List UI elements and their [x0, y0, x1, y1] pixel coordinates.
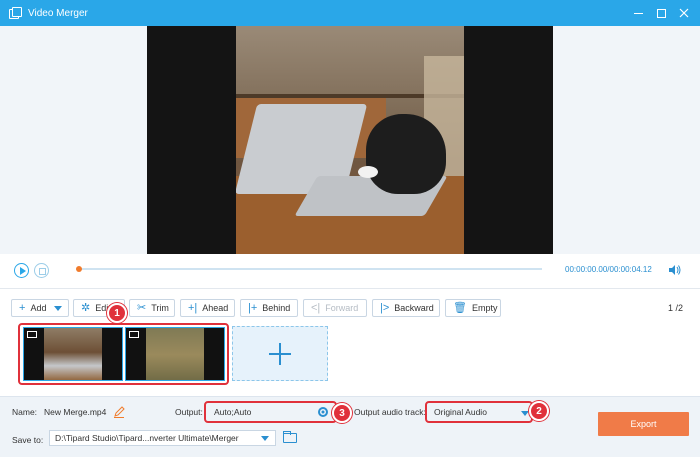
empty-label: Empty [471, 303, 498, 313]
film-icon [27, 331, 37, 338]
preview-area [0, 26, 700, 254]
maximize-button[interactable] [649, 0, 673, 26]
empty-button[interactable]: 🗑 Empty [445, 299, 501, 317]
behind-button[interactable]: |+ Behind [240, 299, 298, 317]
plus-icon: + [19, 301, 26, 314]
progress-handle[interactable] [76, 266, 82, 272]
minimize-icon [633, 12, 643, 14]
output-value: Auto;Auto [214, 407, 252, 417]
backward-button[interactable]: |> Backward [372, 299, 440, 317]
window-title: Video Merger [28, 7, 88, 19]
video-preview [147, 26, 553, 254]
add-button[interactable]: + Add [11, 299, 69, 317]
forward-button[interactable]: <| Forward [303, 299, 367, 317]
save-to-label: Save to: [12, 435, 44, 445]
ahead-button[interactable]: +| Ahead [180, 299, 235, 317]
forward-icon: <| [311, 301, 321, 314]
divider [0, 288, 700, 289]
film-icon [129, 331, 139, 338]
clip-image [146, 328, 204, 380]
playback-bar: 00:00:00.00/00:00:04.12 [0, 254, 700, 288]
title-bar: Video Merger [0, 0, 700, 26]
maximize-icon [656, 8, 666, 18]
step-badge-2: 2 [529, 401, 549, 421]
chevron-down-icon [261, 436, 269, 441]
backward-icon: |> [380, 301, 390, 314]
clip-image [44, 328, 102, 380]
audio-track-value: Original Audio [434, 407, 487, 417]
audio-track-select[interactable]: Original Audio [429, 404, 529, 420]
volume-icon[interactable] [668, 264, 681, 276]
trash-icon: 🗑 [453, 301, 467, 314]
name-label: Name: [12, 407, 38, 417]
plus-icon [269, 342, 291, 365]
chevron-down-icon [521, 411, 529, 416]
close-icon [679, 8, 689, 18]
folder-icon[interactable] [283, 431, 297, 443]
chevron-down-icon [54, 305, 63, 311]
page-indicator: 1 /2 [668, 303, 683, 313]
play-button[interactable] [14, 263, 29, 278]
step-badge-3: 3 [332, 403, 352, 423]
edit-icon: ✲ [81, 301, 91, 314]
time-display: 00:00:00.00/00:00:04.12 [565, 265, 652, 274]
app-logo-icon [9, 7, 22, 19]
output-field[interactable]: Auto;Auto [209, 404, 333, 420]
audio-track-label: Output audio track: [354, 407, 426, 417]
current-time: 00:00:00.00 [565, 265, 608, 274]
forward-label: Forward [325, 303, 359, 313]
page-current: 1 [668, 303, 674, 313]
settings-panel [0, 396, 700, 457]
behind-icon: |+ [248, 301, 258, 314]
rename-icon[interactable] [113, 406, 125, 418]
save-path-value: D:\Tipard Studio\Tipard...nverter Ultima… [55, 433, 239, 443]
total-time: 00:00:04.12 [609, 265, 652, 274]
video-frame [236, 26, 464, 254]
add-clip-button[interactable] [232, 326, 328, 381]
add-label: Add [30, 303, 47, 313]
ahead-icon: +| [188, 301, 198, 314]
stop-button[interactable] [34, 263, 49, 278]
page-total: 2 [678, 303, 684, 313]
clip-thumbnail[interactable] [125, 327, 225, 381]
step-badge-1: 1 [107, 303, 127, 323]
ahead-label: Ahead [202, 303, 229, 313]
minimize-button[interactable] [626, 0, 650, 26]
name-value: New Merge.mp4 [44, 407, 107, 417]
backward-label: Backward [394, 303, 434, 313]
behind-label: Behind [262, 303, 291, 313]
trim-label: Trim [151, 303, 169, 313]
trim-button[interactable]: ✂ Trim [129, 299, 175, 317]
clip-thumbnail[interactable] [23, 327, 123, 381]
gear-icon[interactable] [317, 406, 329, 418]
scissors-icon: ✂ [137, 301, 147, 314]
export-button[interactable]: Export [598, 412, 689, 436]
close-button[interactable] [672, 0, 696, 26]
output-label: Output: [175, 407, 203, 417]
save-path-select[interactable]: D:\Tipard Studio\Tipard...nverter Ultima… [49, 430, 276, 446]
progress-track[interactable] [76, 266, 542, 272]
